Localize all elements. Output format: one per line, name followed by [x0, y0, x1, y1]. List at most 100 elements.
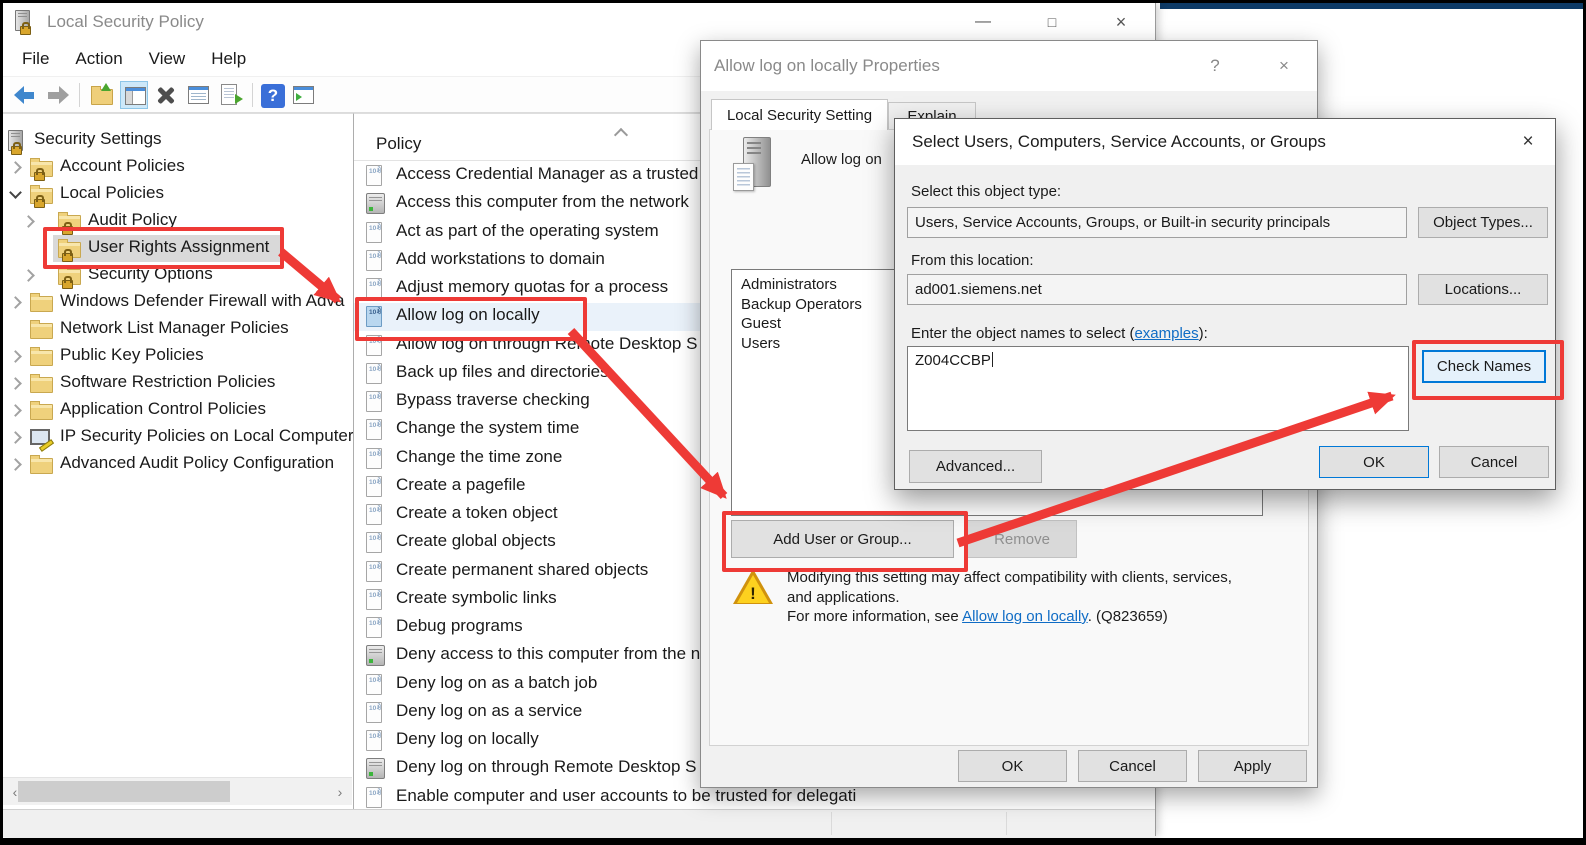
- expand-chevron-icon[interactable]: [9, 161, 22, 174]
- back-arrow-icon[interactable]: [11, 81, 39, 109]
- new-window-icon[interactable]: [289, 81, 317, 109]
- from-location-field: ad001.siemens.net: [907, 274, 1407, 305]
- server-policy-icon: [366, 645, 385, 666]
- expand-chevron-icon[interactable]: [22, 269, 35, 282]
- sidebar-item-user-rights-assignment[interactable]: User Rights Assignment: [3, 235, 353, 262]
- policy-item-label: Add workstations to domain: [396, 249, 605, 269]
- folder-lock-icon: [58, 211, 82, 233]
- help-icon[interactable]: ?: [261, 84, 285, 108]
- document-icon: [733, 163, 754, 191]
- policy-doc-icon: [366, 363, 382, 384]
- sidebar-item-network-list-manager-policies[interactable]: Network List Manager Policies: [3, 316, 353, 343]
- ipsec-icon: [30, 427, 54, 449]
- advanced-button[interactable]: Advanced...: [909, 450, 1042, 483]
- properties-sheet-icon[interactable]: [184, 81, 212, 109]
- add-user-or-group-button[interactable]: Add User or Group...: [731, 520, 954, 558]
- sidebar-item-public-key-policies[interactable]: Public Key Policies: [3, 343, 353, 370]
- apply-button[interactable]: Apply: [1198, 750, 1307, 782]
- window-title: Local Security Policy: [47, 12, 204, 32]
- maximize-button[interactable]: □: [1029, 3, 1075, 41]
- sidebar-item-software-restriction-policies[interactable]: Software Restriction Policies: [3, 370, 353, 397]
- toolbar-separator: [252, 83, 253, 107]
- expand-chevron-icon[interactable]: [9, 296, 22, 309]
- policy-doc-icon: [366, 674, 382, 695]
- policy-header-label: Policy: [376, 134, 421, 154]
- close-button[interactable]: ×: [1261, 41, 1307, 91]
- close-button[interactable]: ×: [1505, 119, 1551, 165]
- policy-item-label: Deny log on as a batch job: [396, 673, 597, 693]
- scrollbar-thumb[interactable]: [18, 781, 230, 802]
- cancel-button[interactable]: Cancel: [1078, 750, 1187, 782]
- cancel-button[interactable]: Cancel: [1439, 446, 1549, 478]
- sidebar-item-application-control-policies[interactable]: Application Control Policies: [3, 397, 353, 424]
- sidebar-item-security-settings[interactable]: Security Settings: [3, 127, 353, 154]
- menu-help[interactable]: Help: [198, 49, 259, 69]
- collapse-chevron-icon[interactable]: [9, 186, 22, 199]
- policy-item-label: Deny access to this computer from the n: [396, 644, 700, 664]
- sidebar-item-local-policies[interactable]: Local Policies: [3, 181, 353, 208]
- delete-icon[interactable]: [152, 81, 180, 109]
- policy-doc-icon: [366, 504, 382, 525]
- help-button[interactable]: ?: [1192, 41, 1238, 91]
- object-types-button[interactable]: Object Types...: [1418, 207, 1548, 238]
- menu-view[interactable]: View: [136, 49, 199, 69]
- folder-lock-icon: [30, 184, 54, 206]
- expand-chevron-icon[interactable]: [9, 431, 22, 444]
- policy-doc-icon: [366, 702, 382, 723]
- tree-item-label: User Rights Assignment: [88, 237, 269, 257]
- policy-doc-icon: [366, 222, 382, 243]
- menu-action[interactable]: Action: [62, 49, 135, 69]
- sidebar-item-windows-defender-firewall-with-adva[interactable]: Windows Defender Firewall with Adva: [3, 289, 353, 316]
- warning-text: Modifying this setting may affect compat…: [787, 568, 1232, 627]
- expand-chevron-icon[interactable]: [9, 377, 22, 390]
- close-button[interactable]: ×: [1098, 3, 1144, 41]
- ok-button[interactable]: OK: [1319, 446, 1429, 478]
- sidebar-item-audit-policy[interactable]: Audit Policy: [3, 208, 353, 235]
- ok-button[interactable]: OK: [958, 750, 1067, 782]
- console-tree-toggle-icon[interactable]: [120, 81, 148, 109]
- tree-item-label: Account Policies: [60, 156, 185, 176]
- policy-doc-icon: [366, 165, 382, 186]
- expand-chevron-icon[interactable]: [9, 404, 22, 417]
- minimize-button[interactable]: —: [960, 3, 1006, 41]
- policy-doc-icon: [366, 476, 382, 497]
- locations-button[interactable]: Locations...: [1418, 274, 1548, 305]
- object-names-label: Enter the object names to select (exampl…: [911, 325, 1208, 342]
- policy-doc-icon: [366, 391, 382, 412]
- object-names-input[interactable]: Z004CCBP: [907, 346, 1409, 431]
- policy-server-icon: [733, 137, 771, 191]
- menu-file[interactable]: File: [9, 49, 62, 69]
- sidebar-item-security-options[interactable]: Security Options: [3, 262, 353, 289]
- console-lock-icon: [6, 130, 30, 152]
- app-lock-icon: [15, 10, 31, 32]
- statusbar-divider: [1006, 812, 1007, 835]
- policy-doc-icon: [366, 250, 382, 271]
- forward-arrow-icon[interactable]: [43, 81, 71, 109]
- select-dialog-titlebar: Select Users, Computers, Service Account…: [895, 119, 1555, 165]
- policy-doc-icon: [366, 589, 382, 610]
- expand-chevron-icon[interactable]: [9, 458, 22, 471]
- policy-item-label: Access Credential Manager as a trusted c: [396, 164, 712, 184]
- warning-line2: and applications.: [787, 588, 1232, 608]
- folder-lock-icon: [58, 265, 82, 287]
- export-list-icon[interactable]: [216, 81, 244, 109]
- expand-chevron-icon[interactable]: [9, 350, 22, 363]
- allow-log-on-locally-link[interactable]: Allow log on locally: [962, 608, 1088, 625]
- sidebar-item-ip-security-policies-on-local-computer[interactable]: IP Security Policies on Local Computer: [3, 424, 353, 451]
- tree-item-label: Audit Policy: [88, 210, 177, 230]
- select-dialog-title: Select Users, Computers, Service Account…: [912, 132, 1326, 152]
- policy-item-label: Deny log on as a service: [396, 701, 582, 721]
- expand-chevron-icon[interactable]: [22, 215, 35, 228]
- sidebar-item-account-policies[interactable]: Account Policies: [3, 154, 353, 181]
- warning-exclamation: !: [733, 584, 773, 604]
- scroll-right-icon[interactable]: ›: [328, 778, 352, 805]
- tree-item-label: Security Options: [88, 264, 213, 284]
- check-names-button[interactable]: Check Names: [1422, 350, 1546, 383]
- tab-local-security-setting[interactable]: Local Security Setting: [711, 99, 888, 130]
- policy-item-label: Create global objects: [396, 531, 556, 551]
- horizontal-scrollbar[interactable]: ‹ ›: [3, 777, 352, 805]
- examples-link[interactable]: examples: [1134, 325, 1198, 342]
- export-folder-icon[interactable]: [88, 81, 116, 109]
- sidebar-item-advanced-audit-policy-configuration[interactable]: Advanced Audit Policy Configuration: [3, 451, 353, 478]
- toolbar-separator: [79, 83, 80, 107]
